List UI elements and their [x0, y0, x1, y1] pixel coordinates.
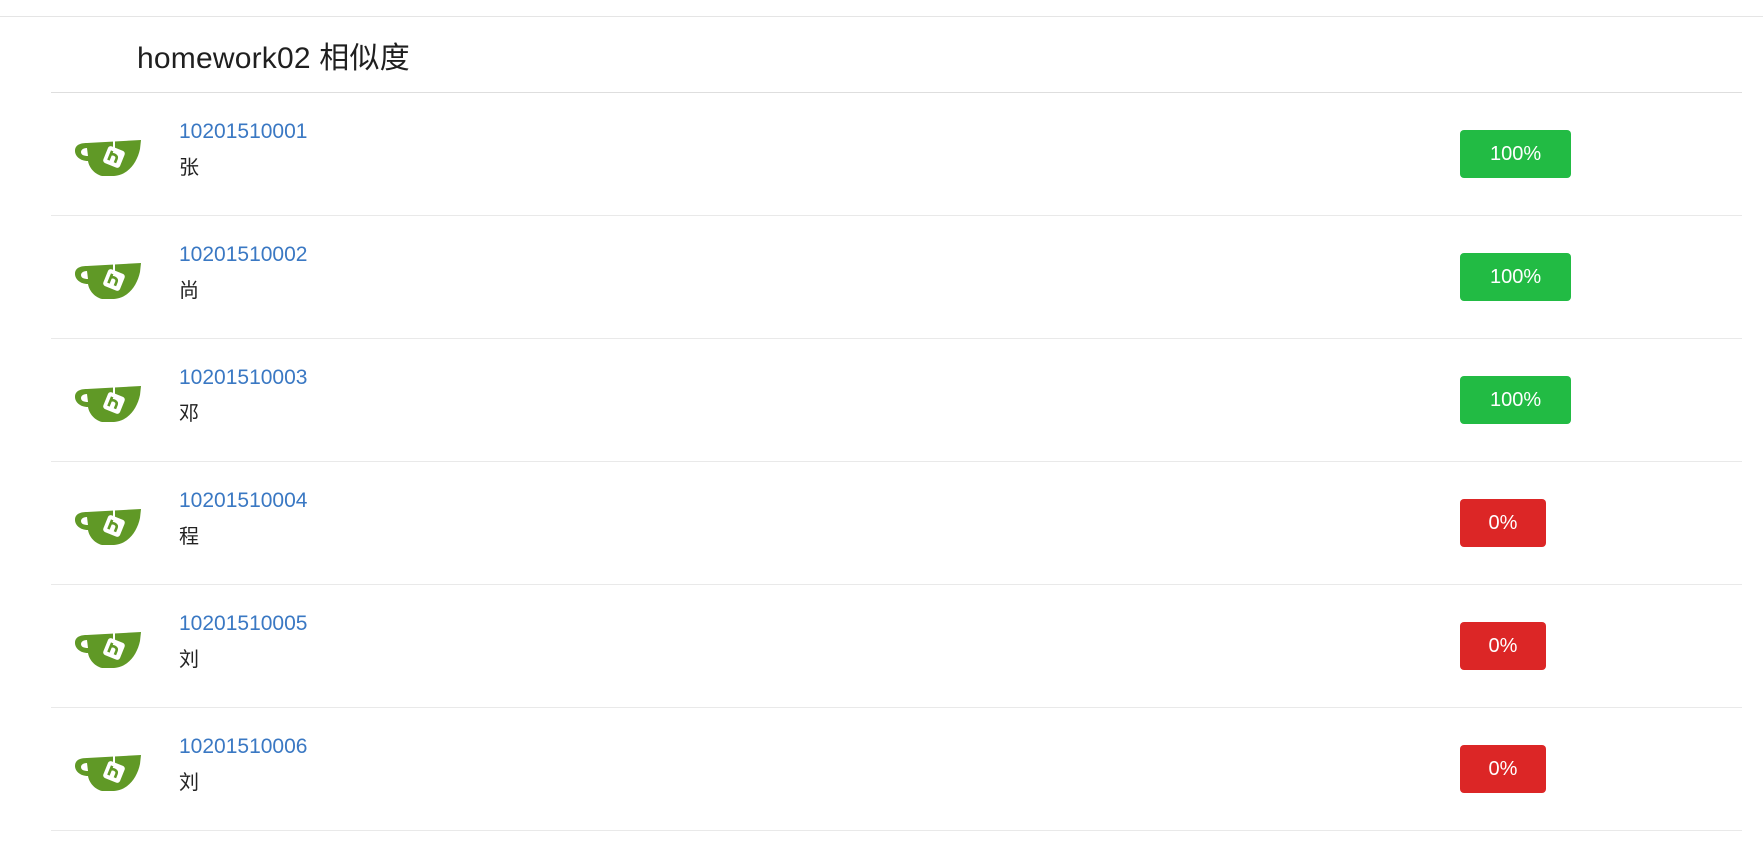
student-name: 刘: [179, 772, 199, 794]
list-item: 10201510003 邓 100%: [51, 339, 1742, 462]
student-id-link[interactable]: 10201510001: [179, 121, 307, 142]
student-name: 尚: [179, 280, 199, 302]
title-row: homework02 相似度: [51, 17, 1742, 93]
gitea-cup-icon: [74, 746, 144, 794]
student-id-link[interactable]: 10201510006: [179, 736, 307, 757]
similarity-badge: 100%: [1460, 253, 1572, 301]
similarity-list-container: homework02 相似度 10201510001 张 100% 102015100…: [51, 17, 1742, 831]
top-navbar: [0, 0, 1763, 17]
gitea-cup-icon: [74, 500, 144, 548]
list-item: 10201510004 程 0%: [51, 462, 1742, 585]
list-item: 10201510005 刘 0%: [51, 585, 1742, 708]
gitea-cup-icon: [74, 623, 144, 671]
similarity-badge: 0%: [1460, 499, 1546, 547]
gitea-cup-icon: [74, 377, 144, 425]
similarity-badge: 100%: [1460, 376, 1572, 424]
student-id-link[interactable]: 10201510002: [179, 244, 307, 265]
student-id-link[interactable]: 10201510004: [179, 490, 307, 511]
list-item: 10201510001 张 100%: [51, 93, 1742, 216]
similarity-badge: 0%: [1460, 622, 1546, 670]
student-name: 刘: [179, 649, 199, 671]
list-item: 10201510002 尚 100%: [51, 216, 1742, 339]
page-title: homework02 相似度: [137, 41, 410, 75]
student-name: 张: [179, 157, 199, 179]
student-name: 程: [179, 526, 199, 548]
student-id-link[interactable]: 10201510003: [179, 367, 307, 388]
similarity-badge: 100%: [1460, 130, 1572, 178]
student-name: 邓: [179, 403, 199, 425]
student-id-link[interactable]: 10201510005: [179, 613, 307, 634]
similarity-badge: 0%: [1460, 745, 1546, 793]
gitea-cup-icon: [74, 254, 144, 302]
similarity-list: 10201510001 张 100% 10201510002 尚 100% 10201510…: [51, 93, 1742, 831]
list-item: 10201510006 刘 0%: [51, 708, 1742, 831]
gitea-cup-icon: [74, 131, 144, 179]
